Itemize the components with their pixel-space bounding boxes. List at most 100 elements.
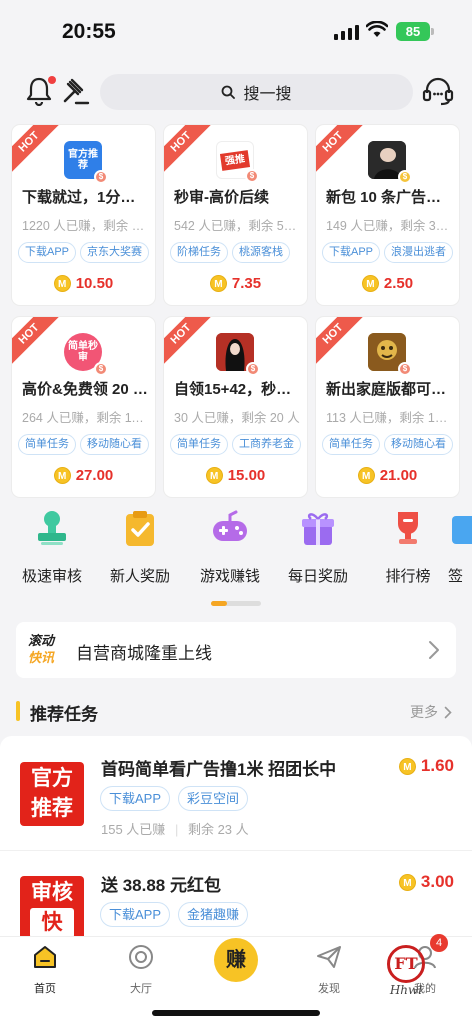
task-reward: M 21.00 [316, 467, 459, 484]
trophy-icon [398, 512, 418, 544]
task-tag: 京东大奖赛 [80, 242, 150, 263]
home-indicator [152, 1010, 320, 1016]
quick-action-label: 极速审核 [21, 568, 82, 585]
task-card[interactable]: HOT 强推 $ 秒审-高价后续 542 人已赚，剩余 57 人 阶梯任务 桃源客… [164, 125, 307, 305]
task-card[interactable]: HOT $ 自领15+42，秒审核 30 人已赚，剩余 20 人 简单任务 工商… [164, 317, 307, 497]
task-thumbnail: $ [368, 141, 412, 184]
reward-value: 3.00 [420, 872, 454, 891]
coin-icon: M [361, 275, 379, 292]
quick-action-checkin[interactable]: 签 [448, 508, 472, 586]
task-title: 新出家庭版都可以做 [326, 381, 452, 398]
task-card[interactable]: HOT 官方推荐$ 下载就过，1分钟到账 1220 人已赚，剩余 31 人 下载… [12, 125, 155, 305]
news-badge-line2: 快讯 [28, 650, 55, 665]
quick-action-label: 签 [448, 568, 464, 585]
reward-value: 10.50 [75, 275, 114, 292]
tab-discover[interactable]: 发现 [294, 943, 364, 996]
task-stats: 149 人已赚，剩余 34 人 [326, 219, 454, 233]
news-banner[interactable]: 滚动 快讯 自营商城隆重上线 [16, 622, 456, 678]
thumbnail-text: 推荐 [31, 797, 73, 820]
hall-icon [129, 945, 153, 969]
task-tag: 简单任务 [170, 434, 228, 455]
shield-icon: $ [94, 170, 108, 184]
more-label: 更多 [410, 704, 438, 720]
news-badge-line1: 滚动 [28, 633, 55, 648]
task-stats: 155 人已赚 | 剩余 23 人 [101, 822, 249, 837]
news-badge: 滚动 快讯 [28, 632, 60, 668]
tab-label: 首页 [34, 983, 56, 995]
quick-action-newbie-reward[interactable]: 新人奖励 [100, 508, 180, 586]
task-title: 高价&免费领 20 元红包 [22, 381, 148, 398]
shield-icon: $ [245, 169, 259, 183]
quick-action-ranking[interactable]: 排行榜 [368, 508, 448, 586]
thumbnail-text: 官方推荐 [68, 149, 98, 171]
coin-icon: M [357, 467, 375, 484]
tab-label: 发现 [318, 983, 340, 995]
reward-value: 7.35 [231, 275, 262, 292]
task-title: 自领15+42，秒审核 [174, 381, 300, 398]
shield-icon: $ [398, 170, 412, 184]
coin-icon: M [205, 467, 223, 484]
cellular-signal-icon [334, 24, 360, 40]
search-bar[interactable]: 搜一搜 [100, 74, 413, 110]
coin-icon: M [53, 275, 71, 292]
task-tag: 下载APP [322, 242, 381, 263]
remaining-count: 剩余 23 人 [187, 822, 249, 837]
tab-label: 大厅 [130, 983, 152, 995]
shield-icon: $ [94, 362, 108, 376]
tab-home[interactable]: 首页 [10, 943, 80, 996]
auction-hammer-icon[interactable] [62, 76, 90, 106]
paper-plane-icon [317, 946, 341, 968]
recommended-header: 推荐任务 更多 [16, 698, 456, 724]
watermark-circle: FT [387, 945, 425, 983]
search-icon [222, 85, 236, 99]
task-reward: M 3.00 [398, 872, 454, 892]
reward-value: 15.00 [227, 467, 266, 484]
reward-value: 27.00 [75, 467, 114, 484]
thumbnail-text: 官方 [31, 767, 73, 790]
task-reward: M 15.00 [164, 467, 307, 484]
hot-badge: HOT [164, 125, 215, 176]
task-tag: 彩豆空间 [178, 786, 249, 811]
task-card[interactable]: HOT $ 新出家庭版都可以做 113 人已赚，剩余 13 人 简单任务 移动随… [316, 317, 459, 497]
quick-action-game-earn[interactable]: 游戏赚钱 [190, 508, 270, 586]
more-link[interactable]: 更多 [410, 702, 452, 722]
task-title: 送 38.88 元红包 [101, 876, 221, 895]
hot-badge: HOT [12, 317, 63, 368]
hot-badge: HOT [164, 317, 215, 368]
status-bar: 20:55 85 [0, 0, 472, 62]
coin-icon: M [53, 467, 71, 484]
thumbnail-text: 审核 [31, 881, 73, 904]
task-stats: 113 人已赚，剩余 13 人 [326, 411, 454, 425]
task-reward: M 2.50 [316, 275, 459, 292]
task-title: 首码简单看广告撸1米 招团长中 [101, 760, 337, 779]
list-item[interactable]: 官方 推荐 首码简单看广告撸1米 招团长中 下载APP 彩豆空间 155 人已赚… [0, 736, 472, 851]
task-reward: M 1.60 [398, 756, 454, 776]
quick-actions-scroll-indicator [211, 601, 261, 606]
task-tag: 金猪趣赚 [178, 902, 249, 927]
task-stats: 1220 人已赚，剩余 31 人 [22, 219, 150, 233]
tab-hall[interactable]: 大厅 [106, 943, 176, 996]
wifi-icon [366, 21, 388, 37]
quick-action-fast-review[interactable]: 极速审核 [12, 508, 92, 586]
list-item[interactable]: 审核 快 送 38.88 元红包 下载APP 金猪趣赚 M 3.00 [0, 852, 472, 936]
task-title: 秒审-高价后续 [174, 189, 269, 206]
task-thumbnail: $ [216, 333, 260, 376]
coin-icon: M [209, 275, 227, 292]
task-tag: 浪漫出逃者 [384, 242, 454, 263]
task-tag: 移动随心看 [384, 434, 453, 455]
task-card[interactable]: HOT $ 新包 10 条广告一次就过 149 人已赚，剩余 34 人 下载AP… [316, 125, 459, 305]
quick-action-label: 新人奖励 [109, 568, 170, 585]
task-thumbnail: 审核 快 [20, 876, 84, 936]
watermark-text: Hhwl [389, 983, 423, 997]
task-thumbnail: 简单秒审 $ [64, 333, 108, 376]
thumbnail-text: 简单秒审 [68, 341, 98, 363]
task-card[interactable]: HOT 简单秒审$ 高价&免费领 20 元红包 264 人已赚，剩余 11 人 … [12, 317, 155, 497]
shield-icon: $ [246, 362, 260, 376]
earn-button[interactable]: 赚 [214, 938, 258, 982]
task-tag: 下载APP [18, 242, 77, 263]
customer-service-icon[interactable] [422, 76, 454, 106]
quick-action-daily-reward[interactable]: 每日奖励 [278, 508, 358, 586]
task-stats: 30 人已赚，剩余 20 人 [174, 411, 300, 425]
quick-action-label: 游戏赚钱 [199, 568, 260, 585]
task-tag: 简单任务 [322, 434, 380, 455]
